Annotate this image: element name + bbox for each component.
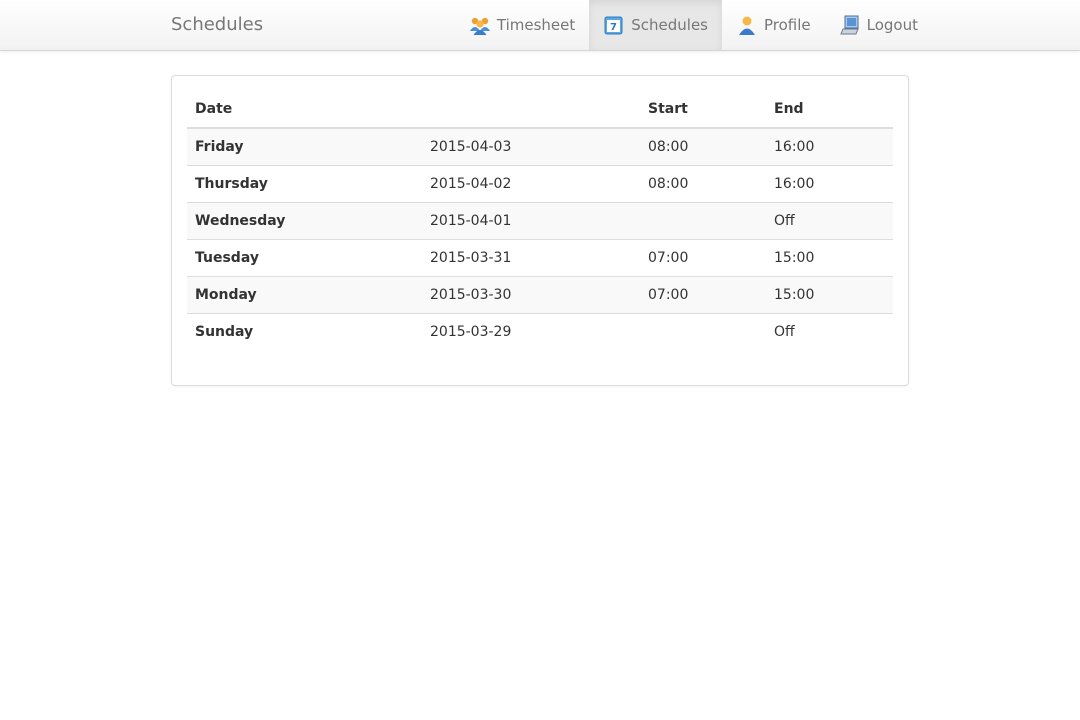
cell-start: 07:00 — [640, 239, 766, 277]
cell-date: 2015-03-30 — [422, 276, 640, 314]
cell-end: 16:00 — [766, 165, 893, 203]
cell-date: 2015-04-01 — [422, 202, 640, 240]
nav-item-profile[interactable]: Profile — [722, 0, 825, 50]
schedule-panel: Date Start End Friday 2015-04-03 08:00 1… — [171, 75, 909, 386]
nav-label-logout: Logout — [866, 16, 918, 34]
schedule-table: Date Start End Friday 2015-04-03 08:00 1… — [187, 91, 893, 350]
table-row: Wednesday 2015-04-01 Off — [187, 202, 893, 240]
cell-date: 2015-04-03 — [430, 139, 512, 155]
cell-day: Thursday — [187, 165, 422, 203]
brand-title[interactable]: Schedules — [171, 13, 263, 37]
nav-item-timesheet[interactable]: Timesheet — [455, 0, 589, 50]
cell-date: 2015-03-31 — [422, 239, 640, 277]
computer-icon — [839, 14, 861, 36]
table-row: Monday 2015-03-30 07:00 15:00 — [187, 276, 893, 314]
header-date: Date — [187, 91, 422, 129]
nav-label-schedules: Schedules — [631, 16, 708, 34]
users-icon — [469, 14, 491, 36]
table-header-row: Date Start End — [187, 91, 893, 129]
navbar: Schedules Timesheet 7 Schedules Profile … — [0, 0, 1080, 51]
nav-label-profile: Profile — [764, 16, 811, 34]
nav-item-logout[interactable]: Logout — [825, 0, 918, 50]
cell-day: Sunday — [187, 313, 422, 350]
cell-end: 15:00 — [766, 239, 893, 277]
cell-day: Tuesday — [187, 239, 422, 277]
cell-day: Friday — [195, 139, 244, 155]
cell-start: 08:00 — [640, 165, 766, 203]
table-row: Tuesday 2015-03-31 07:00 15:00 — [187, 239, 893, 277]
header-end: End — [766, 91, 893, 129]
cell-date: 2015-04-02 — [422, 165, 640, 203]
cell-start: 08:00 — [648, 139, 689, 155]
nav-menu: Timesheet 7 Schedules Profile Logout — [455, 0, 918, 50]
table-row: Sunday 2015-03-29 Off — [187, 313, 893, 350]
header-start: Start — [640, 91, 766, 129]
cell-end: Off — [766, 313, 893, 350]
cell-start: 07:00 — [640, 276, 766, 314]
nav-item-schedules[interactable]: 7 Schedules — [589, 0, 722, 50]
cell-day: Monday — [187, 276, 422, 314]
user-icon — [736, 14, 758, 36]
cell-start — [640, 202, 766, 240]
table-row: Thursday 2015-04-02 08:00 16:00 — [187, 165, 893, 203]
cell-date: 2015-03-29 — [422, 313, 640, 350]
nav-label-timesheet: Timesheet — [496, 16, 576, 34]
header-blank — [422, 91, 640, 129]
cell-end: 15:00 — [766, 276, 893, 314]
cell-end: 16:00 — [774, 139, 815, 155]
table-row: Friday 2015-04-03 08:00 16:00 — [187, 128, 893, 166]
cell-start — [640, 313, 766, 350]
svg-text:7: 7 — [610, 22, 617, 33]
cell-day: Wednesday — [187, 202, 422, 240]
calendar-icon: 7 — [603, 14, 625, 36]
cell-end: Off — [766, 202, 893, 240]
